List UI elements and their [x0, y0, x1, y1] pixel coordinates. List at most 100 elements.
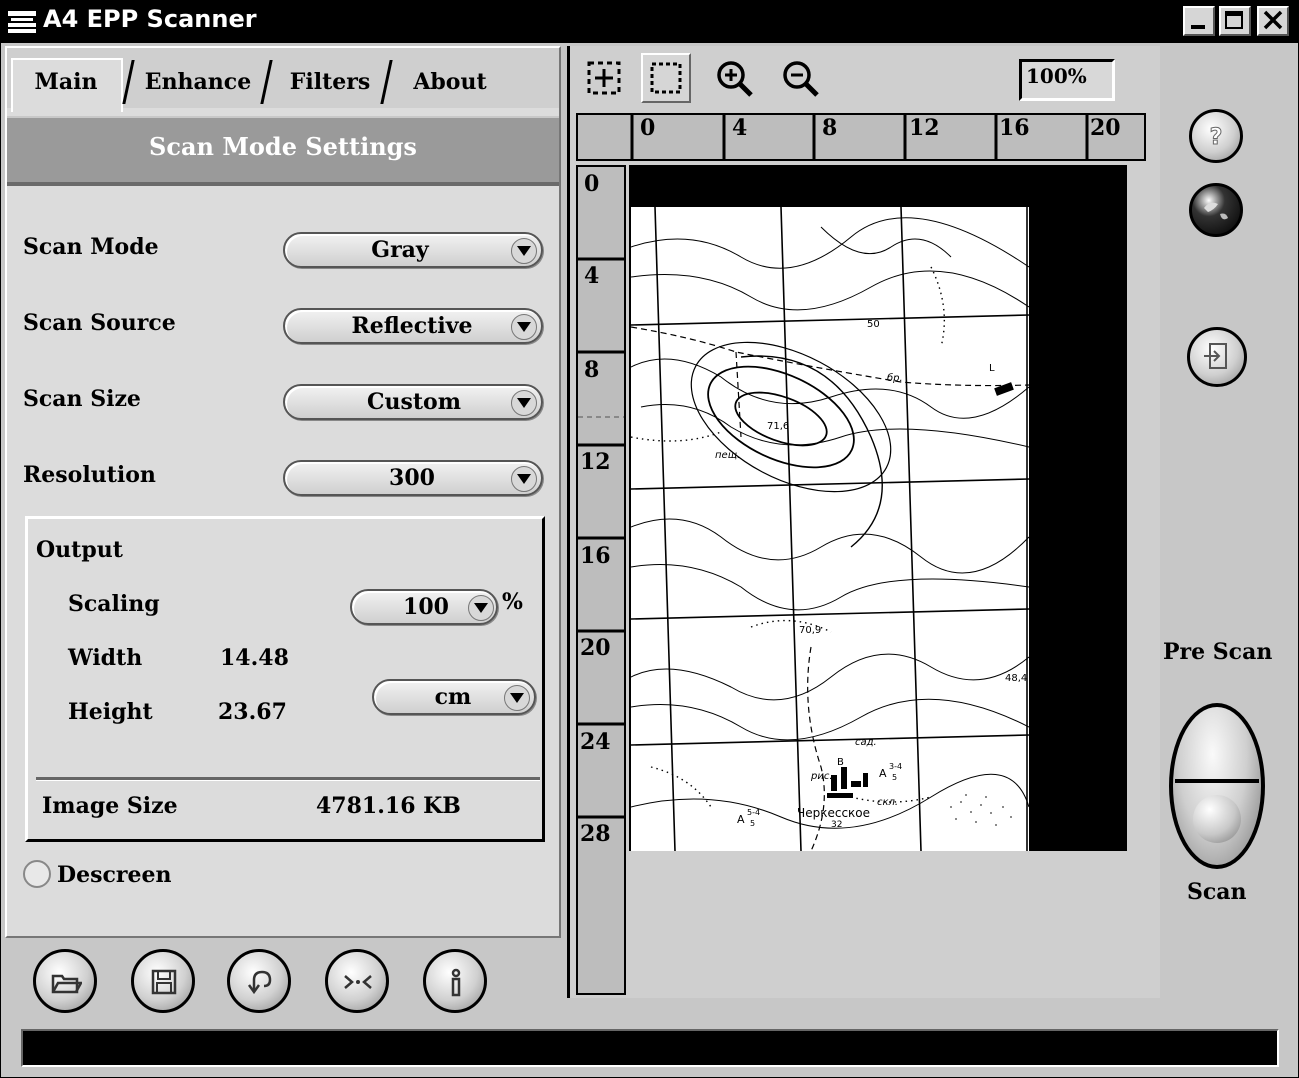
auto-crop-icon	[587, 61, 621, 95]
scan-size-dropdown[interactable]: Custom	[283, 384, 543, 420]
section-header-title: Scan Mode Settings	[149, 132, 417, 161]
maximize-icon	[1225, 11, 1243, 29]
ruler-tick-label: 8	[584, 357, 600, 383]
zoom-out-button[interactable]	[775, 53, 825, 103]
ruler-tick-label: 0	[640, 115, 656, 141]
map-label: рис.	[810, 771, 833, 782]
width-value: 14.48	[220, 645, 289, 671]
settings-panel: Main Enhance Filters About Scan Mode Set…	[5, 46, 561, 938]
help-icon: ?	[1209, 125, 1223, 151]
close-button[interactable]	[1257, 6, 1289, 36]
scan-knob	[1193, 795, 1241, 843]
tab-about[interactable]: About	[391, 58, 509, 106]
resolution-dropdown[interactable]: 300	[283, 460, 543, 496]
height-label: Height	[68, 699, 153, 725]
info-icon	[451, 968, 461, 997]
minimize-icon	[1191, 25, 1205, 29]
scan-button-divider	[1175, 779, 1259, 783]
descreen-checkbox[interactable]	[23, 860, 51, 888]
tab-main[interactable]: Main	[13, 58, 119, 106]
tab-filters[interactable]: Filters	[271, 58, 389, 106]
undo-button[interactable]	[227, 949, 291, 1013]
map-label: 5	[750, 819, 755, 828]
output-title: Output	[36, 537, 123, 563]
scan-button[interactable]	[1169, 703, 1265, 869]
ruler-tick-label: 24	[580, 729, 611, 755]
globe-icon	[1204, 202, 1228, 220]
chevron-down-icon	[511, 466, 537, 492]
ruler-tick-label: 8	[822, 115, 838, 141]
title-bar[interactable]: A4 EPP Scanner	[1, 1, 1298, 43]
horizontal-ruler-ticks	[630, 115, 1089, 159]
prescan-button[interactable]	[1193, 709, 1241, 777]
maximize-button[interactable]	[1219, 6, 1251, 36]
horizontal-ruler: 0 4 8 12 16 20	[576, 113, 1146, 161]
ruler-tick-label: 4	[732, 115, 748, 141]
vertical-ruler-ticks	[578, 257, 624, 819]
prescan-label: Pre Scan	[1163, 639, 1273, 665]
map-label: пещ.	[715, 450, 740, 461]
zoom-in-button[interactable]	[709, 53, 759, 103]
map-label: бр.	[887, 372, 903, 384]
help-button[interactable]: ?	[1189, 109, 1243, 163]
scaling-unit: %	[502, 589, 523, 615]
width-label: Width	[68, 645, 143, 671]
scan-mode-label: Scan Mode	[23, 234, 159, 260]
status-bar	[21, 1029, 1279, 1067]
exit-button[interactable]	[1187, 327, 1247, 387]
topographic-map-drawing: 50 71,6 пещ. бр. L 70,9 48,4 сад. рис. с…	[631, 207, 1029, 851]
scanner-app-icon	[8, 11, 36, 33]
map-label: B	[837, 757, 844, 768]
resolution-label: Resolution	[23, 462, 156, 488]
open-button[interactable]	[33, 949, 97, 1013]
unit-dropdown[interactable]: cm	[372, 679, 536, 715]
info-button[interactable]	[423, 949, 487, 1013]
marquee-select-icon	[650, 62, 682, 94]
ruler-tick-label: 16	[999, 115, 1030, 141]
save-icon	[151, 969, 177, 995]
chevron-down-icon	[511, 314, 537, 340]
close-icon	[1263, 10, 1283, 30]
svg-text:?: ?	[1210, 125, 1223, 150]
chevron-down-icon	[468, 595, 494, 621]
map-label: 32	[831, 820, 842, 830]
map-label: скл.	[877, 797, 898, 808]
height-value: 23.67	[218, 699, 287, 725]
save-button[interactable]	[131, 949, 195, 1013]
scan-mode-dropdown[interactable]: Gray	[283, 232, 543, 268]
marquee-select-button[interactable]	[641, 53, 691, 103]
zoom-level-field[interactable]: 100%	[1019, 59, 1115, 101]
map-label: A	[879, 767, 887, 780]
ruler-tick-label: 12	[580, 449, 611, 475]
auto-crop-button[interactable]	[579, 53, 629, 103]
minimize-button[interactable]	[1183, 6, 1215, 36]
section-header: Scan Mode Settings	[7, 116, 559, 186]
tab-enhance[interactable]: Enhance	[135, 58, 261, 106]
ruler-tick-label: 4	[584, 263, 600, 289]
ruler-tick-label: 28	[580, 821, 611, 847]
scan-source-dropdown[interactable]: Reflective	[283, 308, 543, 344]
map-label: 48,4	[1005, 673, 1027, 684]
reset-button[interactable]	[325, 949, 389, 1013]
map-town-label: Черкесское	[797, 806, 870, 820]
globe-button[interactable]	[1189, 183, 1243, 237]
ruler-tick-label: 20	[580, 635, 611, 661]
tab-divider	[122, 60, 135, 104]
resolution-value: 300	[389, 465, 435, 491]
ruler-tick-label: 12	[909, 115, 940, 141]
scaling-dropdown[interactable]: 100	[350, 589, 498, 625]
output-divider	[36, 777, 540, 781]
chevron-down-icon	[511, 390, 537, 416]
window-title: A4 EPP Scanner	[43, 5, 257, 33]
map-label: 70,9	[799, 625, 821, 636]
image-size-label: Image Size	[42, 793, 178, 819]
tab-bar: Main Enhance Filters About	[7, 48, 559, 112]
scan-source-value: Reflective	[351, 313, 473, 339]
map-label: 5-4	[747, 808, 760, 817]
map-label: A	[737, 813, 745, 826]
scanned-map-image[interactable]: 50 71,6 пещ. бр. L 70,9 48,4 сад. рис. с…	[631, 207, 1029, 851]
exit-icon	[1204, 343, 1227, 369]
map-label: L	[989, 363, 995, 374]
map-label: 50	[867, 319, 880, 330]
vertical-ruler: 0 4 8 12 16 20 24 28	[576, 165, 626, 995]
